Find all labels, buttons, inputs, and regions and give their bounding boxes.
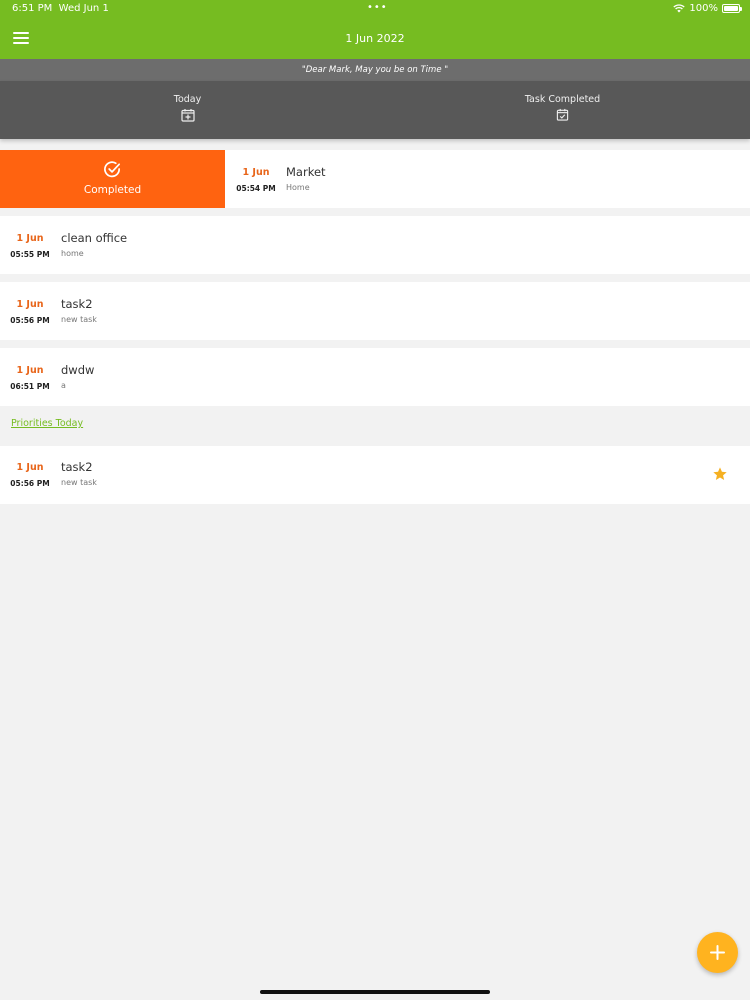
task-title: Market <box>286 165 326 179</box>
home-indicator[interactable] <box>260 990 490 994</box>
status-date: Wed Jun 1 <box>58 3 109 14</box>
task-row[interactable]: Completed 1 Jun 05:54 PM Market Home <box>0 150 750 208</box>
task-date: 1 Jun <box>16 365 44 376</box>
battery-percent: 100% <box>689 3 718 14</box>
battery-icon <box>722 4 742 13</box>
multitasking-dots[interactable]: ••• <box>367 2 388 13</box>
task-row[interactable]: 1 Jun 05:56 PM task2 new task <box>0 282 750 340</box>
task-title: task2 <box>61 460 93 474</box>
task-time: 06:51 PM <box>10 382 50 391</box>
task-date: 1 Jun <box>16 462 44 473</box>
task-title: clean office <box>61 231 128 245</box>
tab-bar: Today Task Completed <box>0 81 750 139</box>
status-time: 6:51 PM <box>12 3 53 14</box>
check-circle-icon <box>104 161 121 178</box>
calendar-add-icon <box>180 109 195 122</box>
task-row[interactable]: 1 Jun 06:51 PM dwdw a <box>0 348 750 406</box>
task-time: 05:56 PM <box>10 316 50 325</box>
priorities-today-link[interactable]: Priorities Today <box>11 418 83 429</box>
task-category: a <box>61 381 66 390</box>
mark-completed-button[interactable]: Completed <box>0 150 225 208</box>
task-date: 1 Jun <box>16 299 44 310</box>
status-bar-right: 100% <box>673 3 742 14</box>
tab-task-completed[interactable]: Task Completed <box>375 81 750 139</box>
task-time: 05:55 PM <box>10 250 50 259</box>
task-time: 05:54 PM <box>236 184 276 193</box>
page-title: 1 Jun 2022 <box>345 32 405 45</box>
completed-label: Completed <box>83 184 142 196</box>
task-title: dwdw <box>61 363 95 377</box>
task-category: Home <box>286 183 310 192</box>
app-header: 6:51 PM Wed Jun 1 ••• 100% 1 Jun 2022 <box>0 0 750 59</box>
add-task-button[interactable] <box>697 932 738 973</box>
priority-task-row[interactable]: 1 Jun 05:56 PM task2 new task <box>0 446 750 504</box>
task-category: home <box>61 249 84 258</box>
tab-today[interactable]: Today <box>0 81 375 139</box>
plus-icon <box>710 945 725 960</box>
task-time: 05:56 PM <box>10 479 50 488</box>
task-category: new task <box>61 315 97 324</box>
task-category: new task <box>61 478 97 487</box>
wifi-icon <box>673 4 686 13</box>
task-date: 1 Jun <box>16 233 44 244</box>
task-row[interactable]: 1 Jun 05:55 PM clean office home <box>0 216 750 274</box>
tab-task-completed-label: Task Completed <box>524 94 601 105</box>
task-date: 1 Jun <box>242 167 270 178</box>
star-icon[interactable] <box>712 466 728 482</box>
calendar-check-icon <box>556 108 569 121</box>
tab-today-label: Today <box>173 94 202 105</box>
task-title: task2 <box>61 297 93 311</box>
status-bar-time: 6:51 PM Wed Jun 1 <box>12 3 109 14</box>
motivation-quote: "Dear Mark, May you be on Time " <box>0 59 750 81</box>
